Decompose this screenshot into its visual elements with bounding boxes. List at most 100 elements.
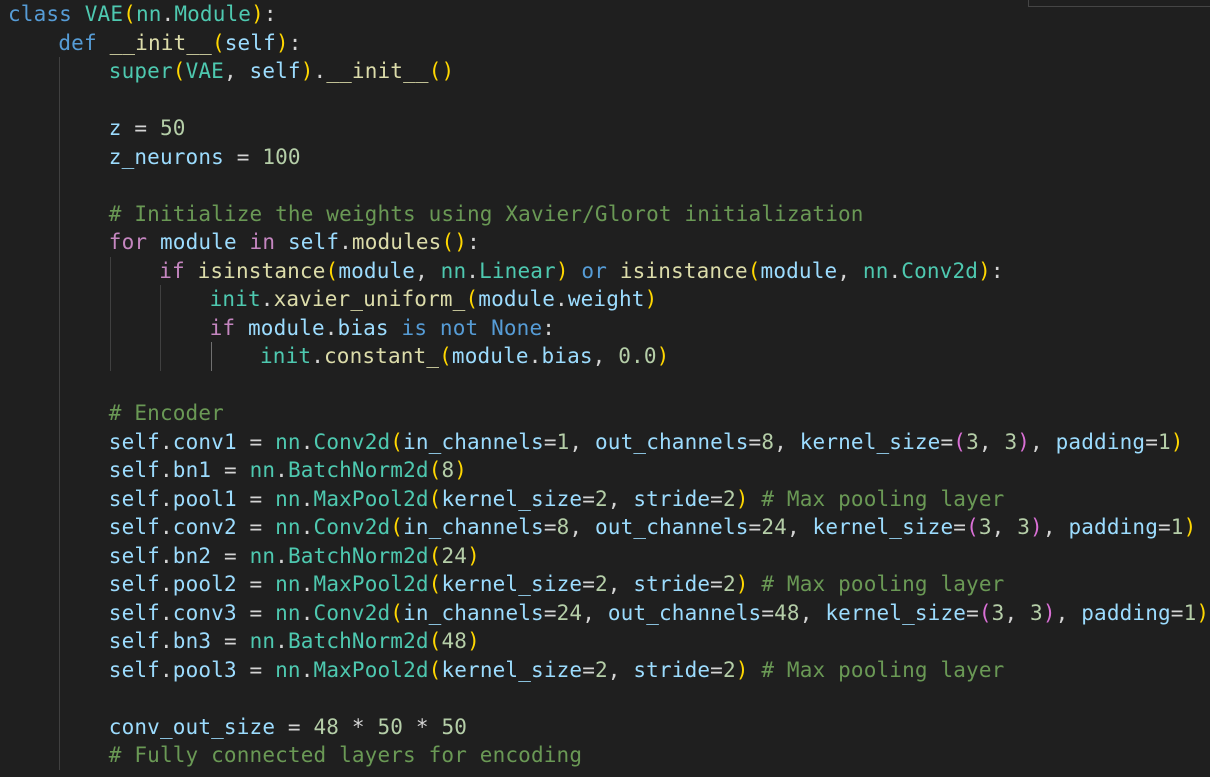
code-token: =	[236, 600, 276, 625]
code-token: .	[275, 629, 288, 653]
code-token: Conv2d	[313, 515, 391, 539]
code-line[interactable]: self.conv2 = nn.Conv2d(in_channels=8, ou…	[8, 513, 1210, 542]
code-line[interactable]: # Fully connected layers for encoding	[8, 741, 1210, 770]
code-token: .	[300, 486, 314, 511]
code-token: for	[108, 230, 160, 254]
code-line[interactable]: z = 50	[8, 114, 1210, 143]
code-line[interactable]: # Encoder	[8, 399, 1210, 428]
code-token: pool3	[172, 657, 237, 682]
code-token: VAE	[84, 2, 124, 26]
code-token: =	[1145, 429, 1158, 454]
code-token: stride	[633, 657, 711, 682]
code-token: in_channels	[403, 515, 544, 539]
code-token: )	[735, 486, 749, 511]
code-line[interactable]: class VAE(nn.Module):	[8, 0, 1210, 29]
code-token: (	[428, 657, 442, 682]
code-line[interactable]: # Initialize the weights using Xavier/Gl…	[8, 199, 1210, 228]
code-line[interactable]: self.pool1 = nn.MaxPool2d(kernel_size=2,…	[8, 484, 1210, 513]
code-token: ,	[837, 258, 863, 283]
code-token: Conv2d	[313, 429, 391, 454]
code-token: .	[161, 2, 175, 26]
code-token: self	[108, 429, 160, 454]
code-token: )	[1196, 600, 1210, 625]
code-line[interactable]: super(VAE, self).__init__()	[8, 57, 1210, 86]
code-token: Conv2d	[901, 258, 979, 283]
code-token: =	[236, 572, 276, 596]
indent-guide	[59, 256, 61, 285]
code-line-content: # Initialize the weights using Xavier/Gl…	[8, 202, 864, 226]
code-token: BatchNorm2d	[287, 629, 429, 653]
code-token: pool1	[172, 486, 237, 511]
code-line[interactable]: self.pool2 = nn.MaxPool2d(kernel_size=2,…	[8, 570, 1210, 599]
code-token: *	[403, 714, 442, 739]
code-token: out_channels	[595, 429, 749, 454]
code-line[interactable]	[8, 85, 1210, 114]
code-line-content: self.bn2 = nn.BatchNorm2d(24)	[8, 544, 480, 568]
code-token: =	[1170, 600, 1184, 625]
code-token: ,	[582, 600, 608, 625]
code-token: .	[324, 315, 338, 340]
indent-guide	[59, 285, 61, 314]
code-token: stride	[633, 486, 711, 511]
code-token: :	[990, 258, 1004, 283]
code-line[interactable]: init.xavier_uniform_(module.weight)	[8, 285, 1210, 314]
code-line[interactable]	[8, 171, 1210, 200]
code-line[interactable]: self.conv3 = nn.Conv2d(in_channels=24, o…	[8, 598, 1210, 627]
code-line[interactable]: self.bn3 = nn.BatchNorm2d(48)	[8, 627, 1210, 656]
code-token: or	[568, 258, 620, 283]
code-token: (	[325, 258, 339, 283]
code-token: =	[236, 486, 276, 511]
code-line[interactable]	[8, 370, 1210, 399]
code-token: nn	[862, 258, 889, 283]
code-line[interactable]: self.bn2 = nn.BatchNorm2d(24)	[8, 541, 1210, 570]
code-line[interactable]: self.bn1 = nn.BatchNorm2d(8)	[8, 456, 1210, 485]
code-line-content: self.pool2 = nn.MaxPool2d(kernel_size=2,…	[8, 572, 1004, 596]
indent-guide	[59, 57, 61, 86]
code-token: )	[467, 543, 480, 568]
code-token: )	[656, 344, 670, 368]
code-token: ,	[786, 515, 813, 539]
code-token: 3	[1004, 429, 1018, 454]
code-token: out_channels	[595, 515, 749, 539]
indent-guide	[59, 342, 61, 371]
code-token: )	[251, 2, 264, 26]
code-token: Conv2d	[313, 600, 391, 625]
code-line[interactable]	[8, 684, 1210, 713]
code-token: in_channels	[403, 429, 544, 454]
code-token: 3	[991, 600, 1005, 625]
code-token: )	[275, 30, 289, 55]
code-token: constant_	[323, 344, 440, 368]
code-line-content: # Encoder	[8, 401, 224, 425]
code-token: # Max pooling layer	[761, 486, 1005, 511]
code-line-content: init.constant_(module.bias, 0.0)	[8, 344, 669, 368]
code-token: :	[542, 315, 556, 340]
indent-guide	[109, 342, 111, 371]
code-token: (	[428, 486, 442, 511]
indent-guide	[59, 570, 61, 599]
code-token: ,	[774, 429, 800, 454]
code-token: .	[159, 515, 173, 539]
code-line-content: for module in self.modules():	[8, 230, 480, 254]
code-line[interactable]: if module.bias is not None:	[8, 313, 1210, 342]
code-line[interactable]: init.constant_(module.bias, 0.0)	[8, 342, 1210, 371]
code-editor[interactable]: class VAE(nn.Module): def __init__(self):…	[0, 0, 1210, 777]
code-line[interactable]: def __init__(self):	[8, 29, 1210, 58]
code-line-content: self.conv1 = nn.Conv2d(in_channels=1, ou…	[8, 430, 1184, 454]
code-line[interactable]: if isinstance(module, nn.Linear) or isin…	[8, 256, 1210, 285]
code-line[interactable]: self.conv1 = nn.Conv2d(in_channels=1, ou…	[8, 427, 1210, 456]
code-token: (	[390, 429, 404, 454]
code-line[interactable]: conv_out_size = 48 * 50 * 50	[8, 712, 1210, 741]
code-token: kernel_size	[441, 657, 583, 682]
code-token: ,	[607, 486, 634, 511]
code-line-content: init.xavier_uniform_(module.weight)	[8, 287, 658, 311]
code-token: :	[467, 230, 480, 254]
code-token: 1	[1170, 515, 1184, 539]
code-line[interactable]: for module in self.modules():	[8, 228, 1210, 257]
code-token: =	[543, 429, 557, 454]
code-token: .	[339, 230, 352, 254]
code-token: self	[108, 657, 160, 682]
code-line[interactable]: self.pool3 = nn.MaxPool2d(kernel_size=2,…	[8, 655, 1210, 684]
code-token: conv2	[172, 515, 237, 539]
code-line[interactable]: z_neurons = 100	[8, 142, 1210, 171]
